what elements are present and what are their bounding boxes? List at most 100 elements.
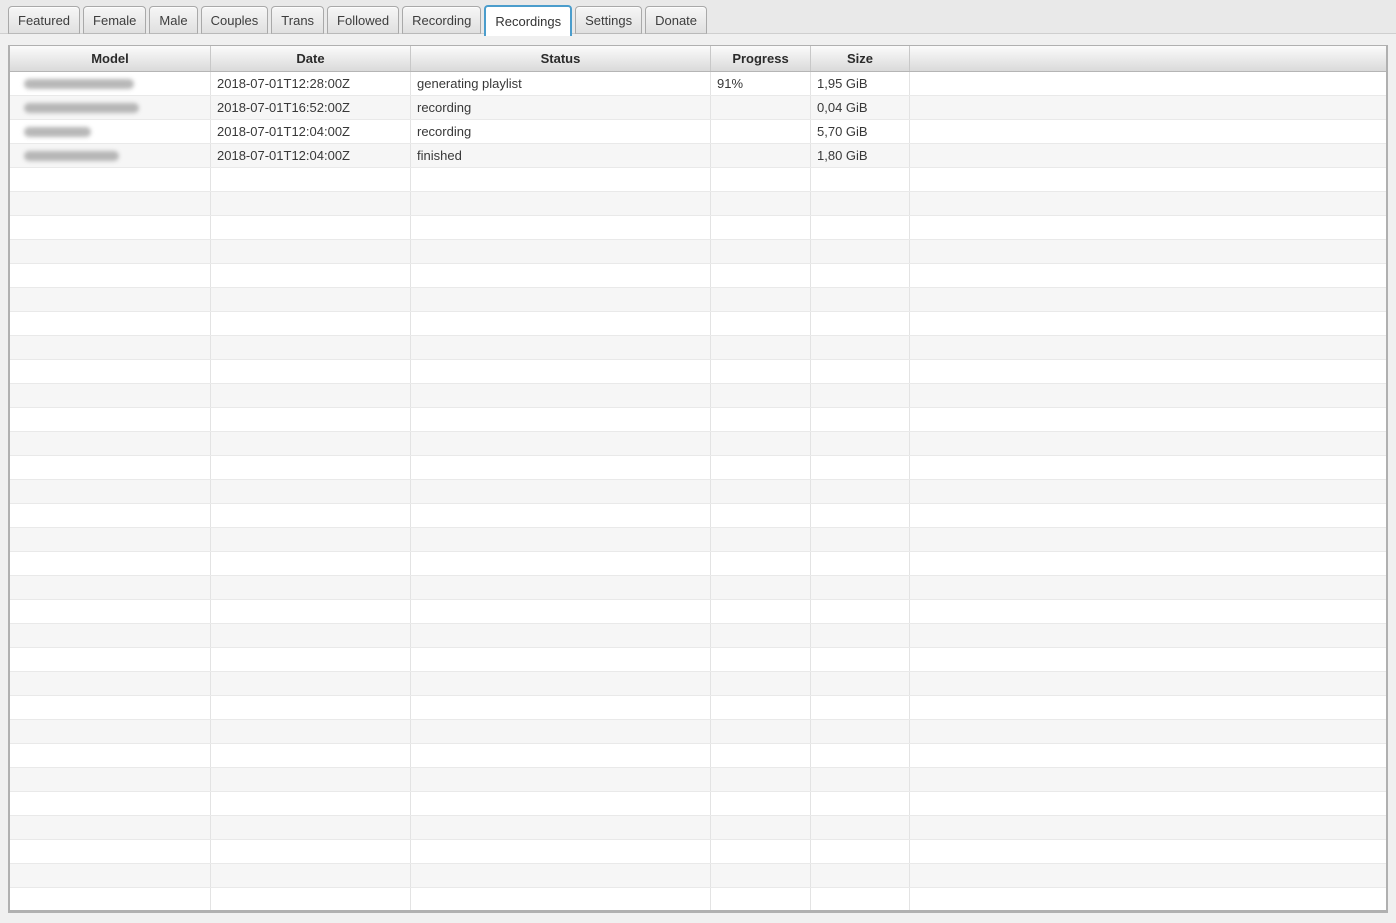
model-cell [10,480,211,503]
tab-recording[interactable]: Recording [402,6,482,34]
table-row[interactable]: 2018-07-01T16:52:00Z recording 0,04 GiB [10,96,1386,120]
progress-cell [711,456,811,479]
redacted-model-name [24,102,139,113]
empty-row [10,528,1386,552]
tab-settings[interactable]: Settings [575,6,643,34]
size-cell [811,192,910,215]
size-cell [811,672,910,695]
size-cell [811,600,910,623]
tab-featured[interactable]: Featured [8,6,81,34]
filler-cell [910,624,1386,647]
date-cell [211,480,411,503]
empty-row [10,624,1386,648]
status-cell [411,312,711,335]
empty-row [10,312,1386,336]
size-cell [811,480,910,503]
status-value: finished [417,148,462,163]
size-cell [811,456,910,479]
filler-cell [910,768,1386,791]
empty-row [10,192,1386,216]
status-cell [411,216,711,239]
progress-cell [711,888,811,910]
size-cell [811,768,910,791]
progress-cell [711,216,811,239]
date-cell: 2018-07-01T12:28:00Z [211,72,411,95]
empty-row [10,456,1386,480]
progress-cell [711,504,811,527]
progress-cell [711,552,811,575]
model-cell [10,336,211,359]
tab-male[interactable]: Male [149,6,198,34]
filler-cell [910,696,1386,719]
column-header-status[interactable]: Status [411,46,711,71]
filler-cell [910,888,1386,910]
date-cell [211,408,411,431]
size-cell [811,504,910,527]
progress-cell [711,840,811,863]
model-cell [10,816,211,839]
filler-cell [910,216,1386,239]
date-cell [211,888,411,910]
progress-cell [711,264,811,287]
column-header-date[interactable]: Date [211,46,411,71]
model-cell [10,552,211,575]
date-cell [211,264,411,287]
empty-row [10,792,1386,816]
empty-row [10,360,1386,384]
tab-female[interactable]: Female [83,6,147,34]
date-cell [211,432,411,455]
progress-cell [711,696,811,719]
tab-couples[interactable]: Couples [200,6,269,34]
model-cell [10,672,211,695]
empty-row [10,288,1386,312]
table-row[interactable]: 2018-07-01T12:04:00Z finished 1,80 GiB [10,144,1386,168]
model-cell [10,408,211,431]
size-cell [811,816,910,839]
progress-cell [711,792,811,815]
date-value: 2018-07-01T12:04:00Z [217,148,350,163]
tab-bar: Featured Female Male Couples Trans Followed Re… [8,5,708,36]
table-header: Model Date Status Progress Size [10,46,1386,72]
tab-followed[interactable]: Followed [327,6,400,34]
status-value: recording [417,124,472,139]
filler-cell [910,600,1386,623]
tab-recordings[interactable]: Recordings [484,5,573,36]
filler-cell [910,648,1386,671]
filler-cell [910,672,1386,695]
status-cell [411,552,711,575]
column-header-model[interactable]: Model [10,46,211,71]
progress-cell [711,192,811,215]
empty-row [10,840,1386,864]
filler-cell [910,360,1386,383]
table-row[interactable]: 2018-07-01T12:04:00Z recording 5,70 GiB [10,120,1386,144]
tab-trans[interactable]: Trans [271,6,325,34]
model-cell [10,192,211,215]
size-cell [811,216,910,239]
date-cell [211,552,411,575]
empty-row [10,168,1386,192]
column-header-size[interactable]: Size [811,46,910,71]
model-cell [10,96,211,119]
tab-donate[interactable]: Donate [645,6,708,34]
date-cell [211,696,411,719]
size-cell [811,576,910,599]
table-row[interactable]: 2018-07-01T12:28:00Z generating playlist 9… [10,72,1386,96]
date-cell [211,528,411,551]
date-cell [211,192,411,215]
date-cell [211,864,411,887]
column-header-progress[interactable]: Progress [711,46,811,71]
size-cell [811,720,910,743]
date-cell [211,456,411,479]
status-cell [411,648,711,671]
progress-cell [711,600,811,623]
empty-row [10,720,1386,744]
date-cell [211,768,411,791]
filler-cell [910,168,1386,191]
recordings-table: Model Date Status Progress Size 2018-07-01T1… [8,45,1388,913]
size-cell [811,264,910,287]
redacted-model-name [24,126,91,137]
status-cell [411,432,711,455]
status-cell [411,864,711,887]
empty-row [10,696,1386,720]
empty-row [10,336,1386,360]
